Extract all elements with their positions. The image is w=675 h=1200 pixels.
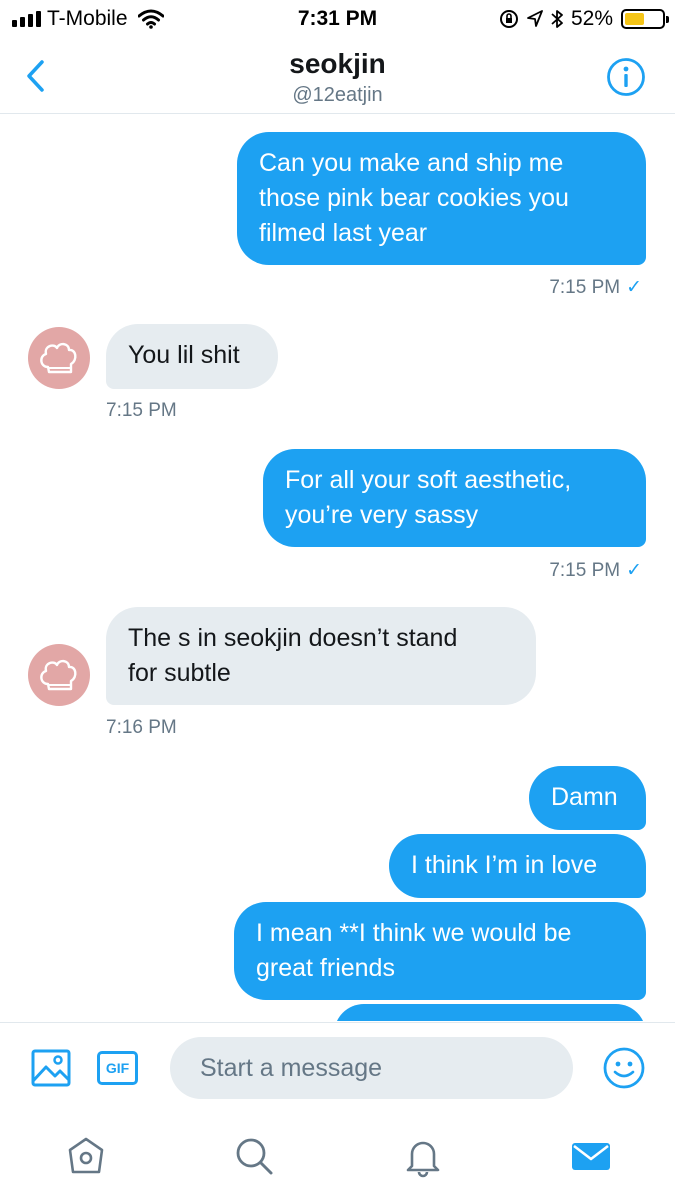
message-line: I mean **I think we would be [256, 919, 572, 947]
message-line: You lil shit [128, 341, 240, 369]
message-bubble-outgoing[interactable] [334, 1004, 646, 1021]
message-line: you’re very sassy [285, 501, 479, 529]
tab-bar [0, 1114, 675, 1200]
location-icon [527, 10, 543, 27]
message-line: for subtle [128, 659, 231, 687]
message-bubble-outgoing[interactable]: I mean **I think we would be great frien… [234, 902, 646, 1000]
read-check-icon: ✓ [626, 277, 642, 298]
message-bubble-incoming[interactable]: The s in seokjin doesn’t stand for subtl… [106, 607, 536, 705]
message-bubble-outgoing[interactable]: I think I’m in love [389, 834, 646, 898]
status-right: 52% [499, 6, 669, 32]
message-line: great friends [256, 954, 395, 982]
battery-icon [621, 9, 669, 29]
message-bubble-outgoing[interactable]: For all your soft aesthetic, you’re very… [263, 449, 646, 547]
orientation-lock-icon [499, 10, 518, 28]
bell-icon[interactable] [401, 1134, 445, 1178]
avatar[interactable] [28, 644, 90, 706]
conversation-title: seokjin [289, 48, 386, 79]
emoji-icon[interactable] [603, 1047, 645, 1089]
home-icon[interactable] [64, 1134, 108, 1178]
battery-percent: 52% [570, 7, 613, 30]
message-bubble-outgoing[interactable]: Damn [529, 766, 646, 830]
message-line: those pink bear cookies you [259, 184, 569, 212]
message-timestamp: 7:16 PM [106, 717, 177, 738]
conversation-header: seokjin @12eatjin [0, 40, 675, 114]
chef-hat-icon [40, 342, 77, 374]
message-line: I think I’m in love [411, 851, 598, 879]
conversation-handle: @12eatjin [292, 84, 383, 106]
mail-icon[interactable] [569, 1134, 613, 1178]
search-icon[interactable] [232, 1134, 276, 1178]
message-thread[interactable]: Can you make and ship me those pink bear… [0, 115, 675, 1021]
message-composer: GIF [0, 1022, 675, 1114]
bluetooth-icon [551, 10, 563, 28]
image-icon[interactable] [31, 1049, 71, 1087]
info-icon[interactable] [606, 57, 646, 97]
read-check-icon: ✓ [626, 560, 642, 581]
message-timestamp: 7:15 PM ✓ [549, 560, 642, 581]
message-bubble-outgoing[interactable]: Can you make and ship me those pink bear… [237, 132, 646, 265]
message-line: Can you make and ship me [259, 149, 564, 177]
avatar[interactable] [28, 327, 90, 389]
message-bubble-incoming[interactable]: You lil shit [106, 324, 278, 389]
message-timestamp: 7:15 PM ✓ [549, 277, 642, 298]
message-line: Damn [551, 783, 618, 811]
message-timestamp: 7:15 PM [106, 400, 177, 421]
message-line: The s in seokjin doesn’t stand [128, 624, 458, 652]
message-input[interactable] [170, 1037, 573, 1099]
chef-hat-icon [40, 659, 77, 691]
message-line: filmed last year [259, 219, 428, 247]
status-bar: T-Mobile 7:31 PM 52% [0, 0, 675, 40]
message-line: For all your soft aesthetic, [285, 466, 572, 494]
gif-button[interactable]: GIF [97, 1051, 138, 1085]
